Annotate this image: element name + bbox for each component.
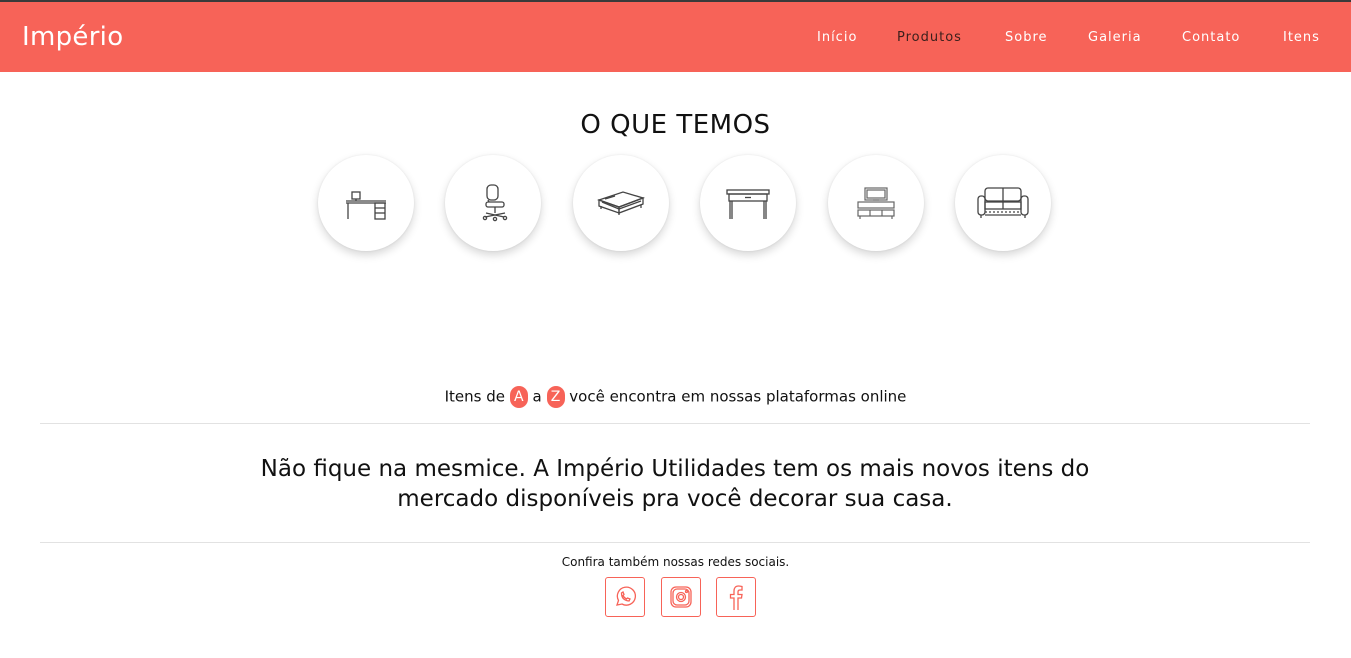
category-sofa[interactable]: [955, 155, 1051, 251]
az-prefix: Itens de: [444, 387, 505, 406]
facebook-icon: [729, 585, 743, 610]
promo-text: Não fique na mesmice. A Império Utilidad…: [260, 456, 1090, 512]
az-suffix: você encontra em nossas plataformas onli…: [569, 387, 907, 406]
section-title: O QUE TEMOS: [580, 110, 771, 140]
instagram-icon: [670, 586, 692, 608]
brand-logo[interactable]: Império: [22, 22, 123, 52]
whatsapp-link[interactable]: [605, 577, 645, 617]
category-console-table[interactable]: [700, 155, 796, 251]
nav-link-produtos[interactable]: Produtos: [897, 30, 962, 45]
nav-link-itens[interactable]: Itens: [1283, 30, 1320, 45]
whatsapp-icon: [616, 586, 636, 606]
console-table-icon: [726, 189, 770, 219]
sofa-icon: [977, 187, 1029, 218]
navbar: Império Início Produtos Sobre Galeria Co…: [0, 2, 1351, 72]
nav-link-sobre[interactable]: Sobre: [1005, 30, 1048, 45]
instagram-link[interactable]: [661, 577, 701, 617]
desk-icon: [346, 191, 386, 220]
category-bed[interactable]: [573, 155, 669, 251]
letter-z-badge: Z: [546, 386, 565, 408]
social-caption: Confira também nossas redes sociais.: [561, 555, 790, 569]
nav-link-contato[interactable]: Contato: [1182, 30, 1240, 45]
category-chair[interactable]: [445, 155, 541, 251]
nav-link-inicio[interactable]: Início: [817, 30, 857, 45]
letter-a-badge: A: [509, 386, 528, 408]
facebook-link[interactable]: [716, 577, 756, 617]
category-tv-stand[interactable]: [828, 155, 924, 251]
divider: [40, 423, 1310, 424]
tv-stand-icon: [857, 187, 895, 219]
office-chair-icon: [482, 184, 508, 222]
category-desk[interactable]: [318, 155, 414, 251]
a-to-z-line: Itens de A a Z você encontra em nossas p…: [0, 386, 1351, 408]
nav-link-galeria[interactable]: Galeria: [1088, 30, 1142, 45]
bed-icon: [596, 191, 646, 215]
az-middle: a: [532, 387, 542, 406]
divider: [40, 542, 1310, 543]
